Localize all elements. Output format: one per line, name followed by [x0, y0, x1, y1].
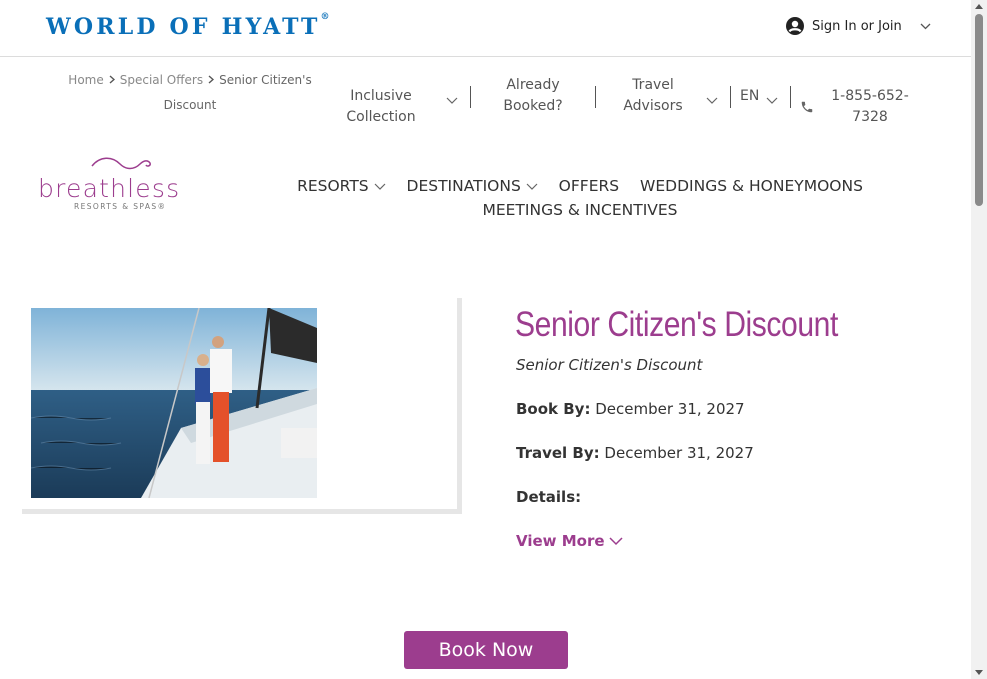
top-header: WORLD OF HYATT® Sign In or Join	[0, 0, 971, 57]
main-navigation: RESORTS DESTINATIONS OFFERS WEDDINGS & H…	[260, 174, 900, 222]
chevron-down-icon	[609, 536, 623, 545]
offer-subtitle: Senior Citizen's Discount	[516, 356, 703, 374]
divider	[595, 86, 596, 108]
breadcrumb: Home Special Offers Senior Citizen's Disco…	[60, 68, 320, 117]
language-selector[interactable]: EN	[740, 86, 759, 107]
sign-in-button[interactable]: Sign In or Join	[786, 17, 931, 35]
travel-advisors-label: Travel Advisors	[623, 77, 683, 114]
nav-destinations-label: DESTINATIONS	[406, 177, 521, 195]
chevron-down-icon	[374, 183, 386, 190]
phone-number: 1-855-652-7328	[831, 88, 909, 125]
phone-icon	[800, 99, 814, 118]
brand-subtitle: RESORTS & SPAS®	[74, 202, 167, 211]
breadcrumb-special-offers[interactable]: Special Offers	[120, 73, 203, 87]
chevron-right-icon	[109, 69, 115, 93]
already-booked-link[interactable]: Already Booked?	[495, 75, 571, 117]
nav-offers[interactable]: OFFERS	[559, 174, 619, 198]
inclusive-collection-label: Inclusive Collection	[346, 88, 416, 125]
hyatt-logo-text: WORLD OF HYATT	[46, 14, 321, 40]
chevron-down-icon	[766, 90, 778, 109]
travel-by-value: December 31, 2027	[604, 444, 754, 462]
phone-number-link[interactable]: 1-855-652-7328	[826, 86, 914, 128]
offer-image-card	[22, 298, 462, 514]
nav-meetings[interactable]: MEETINGS & INCENTIVES	[482, 198, 677, 222]
language-label: EN	[740, 88, 760, 104]
travel-by-row: Travel By: December 31, 2027	[516, 444, 754, 462]
nav-weddings[interactable]: WEDDINGS & HONEYMOONS	[640, 174, 863, 198]
travel-advisors-menu[interactable]: Travel Advisors	[616, 75, 690, 117]
book-now-button[interactable]: Book Now	[404, 631, 568, 669]
page-scrollbar[interactable]	[971, 0, 987, 679]
chevron-down-icon	[446, 90, 458, 109]
world-of-hyatt-logo[interactable]: WORLD OF HYATT®	[46, 12, 330, 40]
nav-resorts-label: RESORTS	[297, 177, 369, 195]
user-icon	[786, 17, 804, 35]
chevron-down-icon	[920, 19, 931, 34]
scroll-down-arrow-icon[interactable]	[975, 670, 983, 675]
divider	[790, 86, 791, 108]
details-row: Details:	[516, 488, 581, 506]
book-by-row: Book By: December 31, 2027	[516, 400, 745, 418]
divider	[730, 86, 731, 108]
sign-in-label: Sign In or Join	[812, 18, 902, 34]
scrollbar-thumb[interactable]	[975, 14, 983, 206]
inclusive-collection-menu[interactable]: Inclusive Collection	[340, 86, 422, 128]
scroll-up-arrow-icon[interactable]	[975, 4, 983, 9]
offer-photo	[31, 308, 317, 498]
divider	[470, 86, 471, 108]
chevron-down-icon	[526, 183, 538, 190]
book-by-value: December 31, 2027	[595, 400, 745, 418]
view-more-link[interactable]: View More	[516, 532, 623, 550]
view-more-label: View More	[516, 532, 605, 550]
offer-title: Senior Citizen's Discount	[515, 305, 838, 344]
nav-destinations[interactable]: DESTINATIONS	[407, 174, 538, 198]
breathless-logo[interactable]: breathless RESORTS & SPAS®	[38, 154, 210, 216]
chevron-right-icon	[208, 69, 215, 93]
nav-resorts[interactable]: RESORTS	[297, 174, 386, 198]
breadcrumb-home[interactable]: Home	[68, 73, 103, 87]
details-label: Details:	[516, 488, 582, 506]
chevron-down-icon	[706, 90, 718, 109]
book-by-label: Book By:	[516, 400, 591, 418]
registered-mark: ®	[320, 12, 330, 22]
already-booked-label: Already Booked?	[503, 77, 563, 114]
brand-name: breathless	[38, 174, 181, 203]
swirl-icon	[91, 157, 151, 170]
travel-by-label: Travel By:	[516, 444, 600, 462]
